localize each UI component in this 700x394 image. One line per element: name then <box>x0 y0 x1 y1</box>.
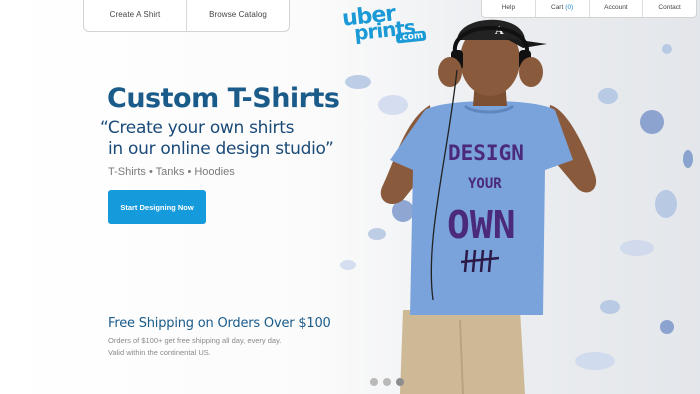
create-a-shirt-link[interactable]: Create A Shirt <box>84 0 186 31</box>
carousel-dots <box>370 378 404 386</box>
hero-title: Custom T-Shirts <box>107 83 340 114</box>
free-shipping-desc-line: Orders of $100+ get free shipping all da… <box>108 336 282 345</box>
start-designing-button[interactable]: Start Designing Now <box>108 190 206 224</box>
free-shipping-desc-line: Valid within the continental US. <box>108 348 211 357</box>
carousel-dot[interactable] <box>383 378 391 386</box>
contact-link[interactable]: Contact <box>642 0 696 17</box>
paint-splatter <box>662 44 672 54</box>
paint-splatter <box>655 190 677 218</box>
hero-quote: “Create your own shirts in our online de… <box>100 118 360 160</box>
paint-splatter <box>683 150 693 168</box>
hero-quote-line: “Create your own shirts <box>100 118 295 138</box>
carousel-dot-active[interactable] <box>396 378 404 386</box>
primary-nav: Create A Shirt Browse Catalog <box>83 0 290 32</box>
model-wearing-tshirt-image: DESIGN YOUR OWN A <box>380 19 597 394</box>
paint-splatter <box>660 320 674 334</box>
free-shipping-title: Free Shipping on Orders Over $100 <box>108 316 331 331</box>
shirt-print-line: YOUR <box>468 176 502 192</box>
free-shipping-description: Orders of $100+ get free shipping all da… <box>108 335 308 359</box>
paint-splatter <box>640 110 664 134</box>
browse-catalog-link[interactable]: Browse Catalog <box>186 0 289 31</box>
product-types: T-Shirts • Tanks • Hoodies <box>108 166 235 178</box>
shirt-print-line: OWN <box>447 203 516 247</box>
carousel-dot[interactable] <box>370 378 378 386</box>
paint-splatter <box>340 260 356 270</box>
hero-quote-line: in our online design studio” <box>108 139 334 159</box>
shirt-print-line: DESIGN <box>448 141 524 165</box>
